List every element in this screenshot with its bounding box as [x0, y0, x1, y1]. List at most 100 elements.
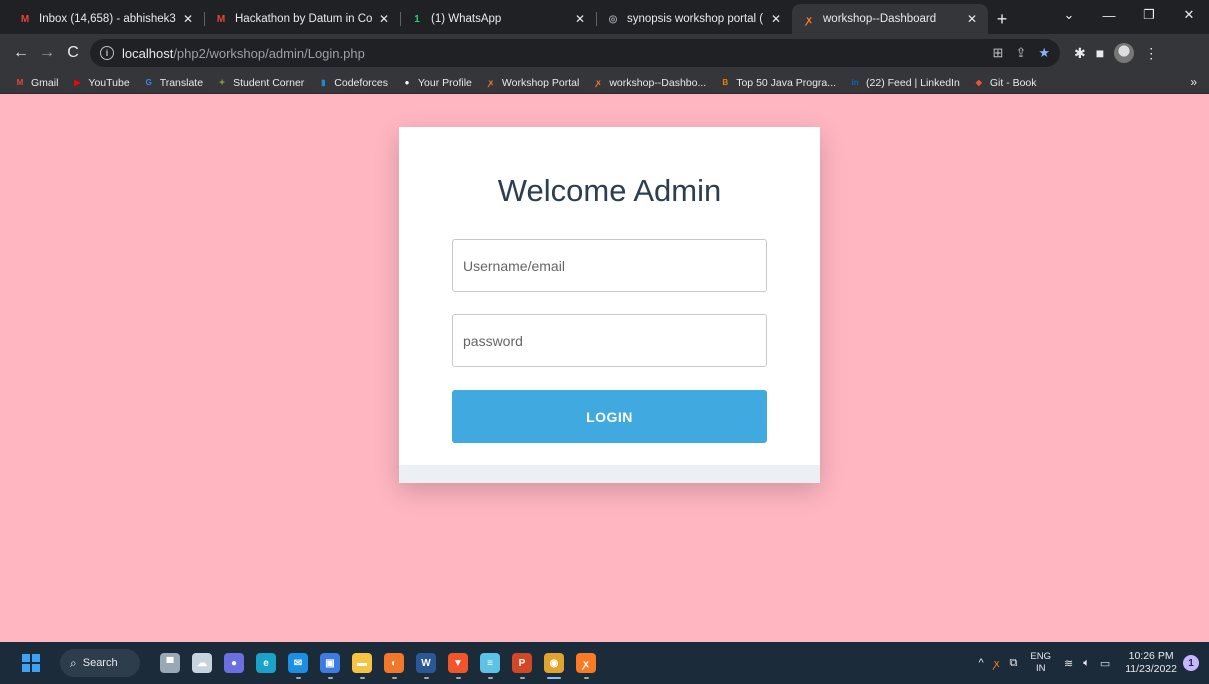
browser-tab[interactable]: M Hackathon by Datum in Cola ✕: [204, 4, 400, 34]
card-footer: [399, 465, 820, 483]
taskbar-app[interactable]: ꭗ: [570, 646, 602, 680]
address-host: localhost: [122, 45, 174, 61]
bookmark-item[interactable]: ◆ Git - Book: [973, 77, 1037, 89]
back-icon[interactable]: ←: [8, 40, 34, 66]
bookmark-item[interactable]: G Translate: [143, 77, 204, 89]
tab-close-icon[interactable]: ✕: [376, 12, 392, 26]
bookmark-label: Your Profile: [418, 76, 472, 89]
taskbar-app[interactable]: ●: [218, 646, 250, 680]
taskbar-app[interactable]: ▬: [346, 646, 378, 680]
running-indicator: [455, 677, 461, 679]
taskbar-apps: ▀ ☁ ● e ✉ ▣ ▬ ◐ W ▼ ≡ P ◉ ꭗ: [154, 646, 602, 680]
address-bar[interactable]: i localhost/php2/workshop/admin/Login.ph…: [90, 39, 1060, 67]
bookmark-favicon-icon: ▮: [321, 78, 326, 87]
bookmark-item[interactable]: ꭗ workshop--Dashbo...: [592, 77, 706, 89]
username-input[interactable]: [452, 239, 767, 292]
tab-title: (1) WhatsApp: [431, 13, 502, 25]
taskbar-app[interactable]: ◉: [538, 646, 570, 680]
login-card: Welcome Admin LOGIN: [399, 127, 820, 483]
side-panel-icon[interactable]: ■: [1096, 45, 1104, 61]
browser-tab[interactable]: 1 (1) WhatsApp ✕: [400, 4, 596, 34]
bookmark-label: Gmail: [31, 76, 59, 89]
bookmark-item[interactable]: ▮ Codeforces: [317, 77, 388, 89]
bookmark-star-icon[interactable]: ★: [1038, 45, 1050, 61]
windows-start-icon[interactable]: [22, 654, 40, 672]
share-icon[interactable]: ⇪: [1015, 45, 1026, 61]
bookmarks-overflow-icon[interactable]: »: [1190, 75, 1197, 89]
bookmark-item[interactable]: ✦ Student Corner: [216, 77, 305, 89]
running-indicator: [295, 677, 301, 679]
bookmark-favicon-icon: ◆: [975, 78, 982, 87]
taskbar-app[interactable]: ≡: [474, 646, 506, 680]
bookmark-favicon-icon: ꭗ: [596, 78, 601, 87]
tab-search-icon[interactable]: ⌄: [1049, 0, 1089, 30]
file-explorer-icon: ▬: [352, 653, 372, 673]
taskbar-app[interactable]: ▼: [442, 646, 474, 680]
clock[interactable]: 10:26 PM 11/23/2022: [1125, 650, 1177, 676]
volume-icon[interactable]: 🔈︎: [1083, 657, 1090, 670]
xampp-icon: ꭗ: [806, 15, 812, 26]
taskbar-search-button[interactable]: ⌕ Search: [60, 649, 140, 677]
taskbar-app[interactable]: W: [410, 646, 442, 680]
taskbar-app[interactable]: ◐: [378, 646, 410, 680]
tab-close-icon[interactable]: ✕: [768, 12, 784, 26]
taskbar-app[interactable]: P: [506, 646, 538, 680]
bookmark-item[interactable]: ▶ YouTube: [71, 77, 129, 89]
browser-tab[interactable]: M Inbox (14,658) - abhishek310 ✕: [8, 4, 204, 34]
notification-badge[interactable]: 1: [1183, 655, 1199, 671]
translate-icon[interactable]: ⊞: [993, 45, 1004, 61]
browser-tab[interactable]: ꭗ workshop--Dashboard ✕: [792, 4, 988, 34]
tray-overflow-icon[interactable]: ^: [979, 657, 984, 669]
bookmark-label: Codeforces: [334, 76, 388, 89]
window-controls: ⌄ — ❐ ✕: [1049, 0, 1209, 30]
system-tray: ^ ꭗ ⧉ ENG IN ≋ 🔈︎ ▭ 10:26 PM 11/23/2022 …: [974, 650, 1209, 676]
cast-tray-icon[interactable]: ⧉: [1010, 657, 1018, 670]
bookmark-item[interactable]: ꭗ Workshop Portal: [485, 77, 580, 89]
language-indicator[interactable]: ENG IN: [1030, 651, 1051, 675]
menu-icon[interactable]: ⋮: [1144, 45, 1158, 62]
new-tab-icon[interactable]: +: [988, 4, 1016, 34]
login-title: Welcome Admin: [497, 173, 722, 208]
site-info-icon[interactable]: i: [100, 46, 114, 60]
password-input[interactable]: [452, 314, 767, 367]
chrome-icon: ◉: [544, 653, 564, 673]
bookmark-item[interactable]: ● Your Profile: [401, 77, 472, 89]
taskbar-app[interactable]: e: [250, 646, 282, 680]
taskbar-app[interactable]: ☁: [186, 646, 218, 680]
wifi-icon[interactable]: ≋: [1064, 657, 1073, 670]
bookmark-item[interactable]: B Top 50 Java Progra...: [719, 77, 836, 89]
tab-close-icon[interactable]: ✕: [180, 12, 196, 26]
extensions-icon[interactable]: ✱: [1074, 45, 1086, 62]
bookmark-item[interactable]: in (22) Feed | LinkedIn: [849, 77, 959, 89]
taskbar-app[interactable]: ✉: [282, 646, 314, 680]
profile-avatar-icon[interactable]: [1114, 43, 1135, 63]
restore-icon[interactable]: ❐: [1129, 0, 1169, 30]
search-icon: ⌕: [70, 655, 77, 670]
battery-icon[interactable]: ▭: [1100, 657, 1110, 670]
bookmark-favicon-icon: in: [851, 78, 859, 87]
tab-close-icon[interactable]: ✕: [572, 12, 588, 26]
globe-icon: ◎: [608, 13, 618, 25]
forward-icon[interactable]: →: [34, 40, 60, 66]
close-window-icon[interactable]: ✕: [1169, 0, 1209, 30]
xampp-tray-icon[interactable]: ꭗ: [994, 656, 1000, 671]
bookmark-favicon-icon: G: [145, 78, 152, 87]
running-indicator: [359, 677, 365, 679]
page-content: Welcome Admin LOGIN: [0, 95, 1209, 642]
zoom-icon: ▣: [320, 653, 340, 673]
reload-icon[interactable]: C: [60, 40, 86, 66]
mail-icon: ✉: [288, 653, 308, 673]
browser-tab[interactable]: ◎ synopsis workshop portal (1) ✕: [596, 4, 792, 34]
bookmark-favicon-icon: ꭗ: [488, 78, 494, 87]
widgets-icon: ☁: [192, 653, 212, 673]
bookmark-item[interactable]: M Gmail: [14, 76, 59, 89]
login-button[interactable]: LOGIN: [452, 390, 767, 443]
bookmark-favicon-icon: M: [16, 78, 24, 87]
tab-close-icon[interactable]: ✕: [964, 12, 980, 26]
xampp-icon: ꭗ: [576, 653, 596, 673]
running-indicator: [583, 677, 589, 679]
taskbar-app[interactable]: ▣: [314, 646, 346, 680]
bookmark-label: Top 50 Java Progra...: [736, 76, 837, 89]
taskbar-app[interactable]: ▀: [154, 646, 186, 680]
minimize-icon[interactable]: —: [1089, 0, 1129, 30]
